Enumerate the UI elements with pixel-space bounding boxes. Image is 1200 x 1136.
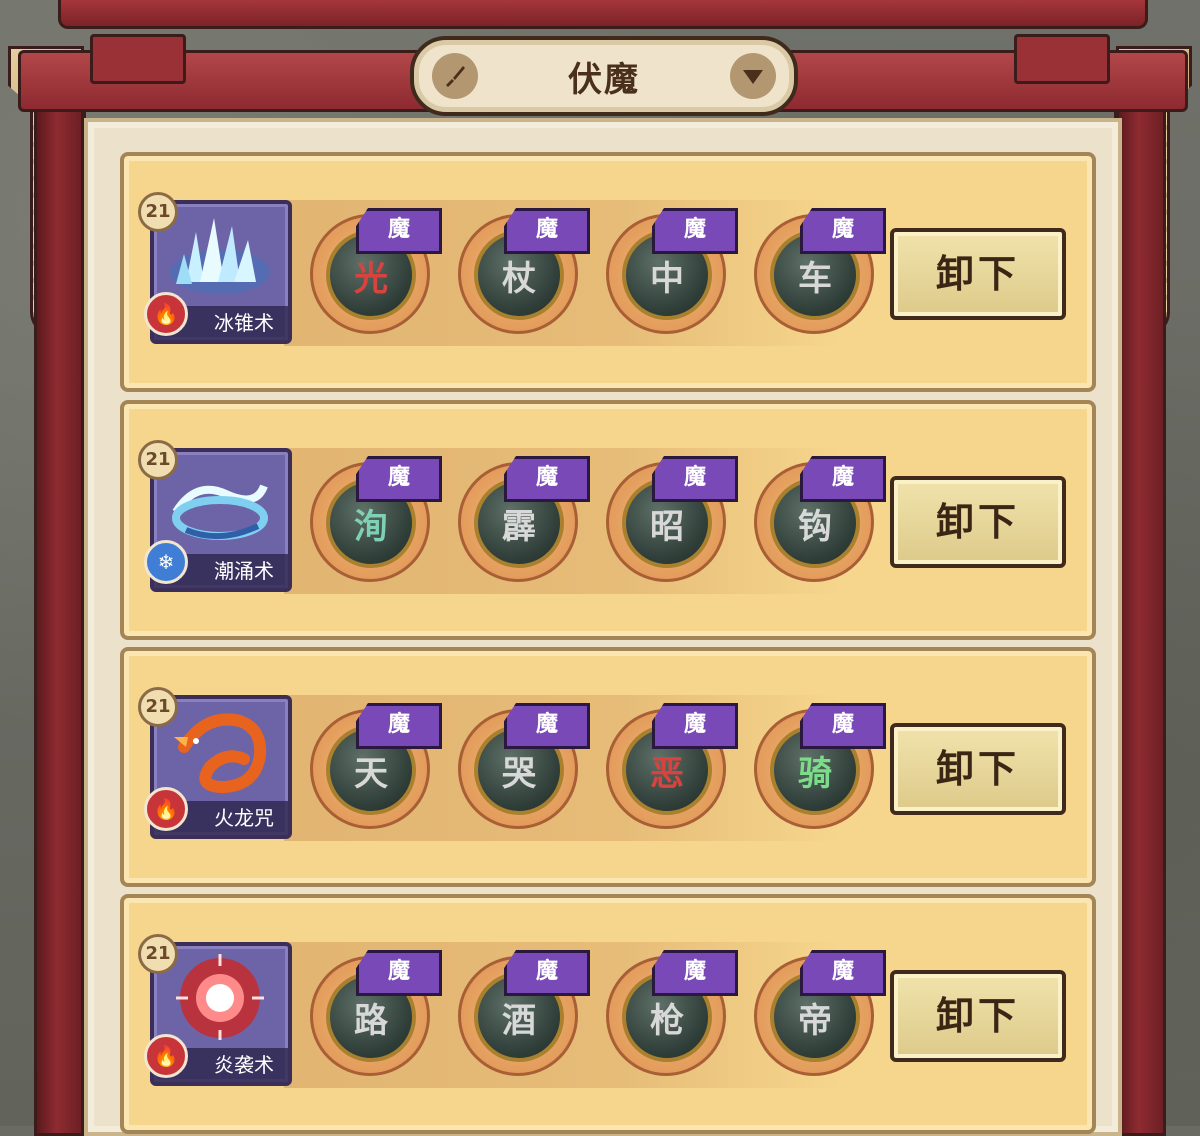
- rune-type-tag: 魔: [800, 950, 886, 996]
- skill-art-icon: [166, 707, 274, 794]
- rune-type-tag: 魔: [356, 703, 442, 749]
- roof-bar: [58, 0, 1148, 29]
- header-selector[interactable]: 伏魔: [410, 36, 798, 116]
- unload-button[interactable]: 卸下: [890, 970, 1066, 1062]
- skill-art-icon: [166, 460, 274, 546]
- rune-type-tag: 魔: [652, 950, 738, 996]
- rune-type-tag: 魔: [356, 208, 442, 254]
- skill-level-badge: 21: [138, 440, 178, 480]
- fire-element-icon: 🔥: [144, 292, 188, 336]
- unload-button[interactable]: 卸下: [890, 476, 1066, 568]
- skill-art-icon: [166, 212, 274, 298]
- left-bracket: [90, 34, 186, 84]
- ice-element-icon: ❄: [144, 540, 188, 584]
- rune-type-tag: 魔: [800, 208, 886, 254]
- rune-type-tag: 魔: [800, 703, 886, 749]
- unload-button[interactable]: 卸下: [890, 723, 1066, 815]
- rune-type-tag: 魔: [504, 950, 590, 996]
- skill-row: 火龙咒 21 🔥 天魔哭魔恶魔骑魔卸下: [120, 647, 1096, 887]
- rune-type-tag: 魔: [504, 208, 590, 254]
- fire-element-icon: 🔥: [144, 1034, 188, 1078]
- right-pillar: [1116, 100, 1166, 1136]
- rune-type-tag: 魔: [800, 456, 886, 502]
- rune-type-tag: 魔: [652, 208, 738, 254]
- rune-type-tag: 魔: [356, 950, 442, 996]
- rune-type-tag: 魔: [504, 703, 590, 749]
- skill-row: 炎袭术 21 🔥 路魔酒魔枪魔帝魔卸下: [120, 894, 1096, 1134]
- rune-type-tag: 魔: [356, 456, 442, 502]
- right-bracket: [1014, 34, 1110, 84]
- left-pillar: [34, 100, 84, 1136]
- rune-type-tag: 魔: [652, 703, 738, 749]
- skill-art-icon: [166, 954, 274, 1042]
- fire-element-icon: 🔥: [144, 787, 188, 831]
- brush-icon[interactable]: [432, 53, 478, 99]
- chevron-down-icon[interactable]: [730, 53, 776, 99]
- unload-button[interactable]: 卸下: [890, 228, 1066, 320]
- skill-level-badge: 21: [138, 192, 178, 232]
- skill-row: 冰锥术 21 🔥 光魔杖魔中魔车魔卸下: [120, 152, 1096, 392]
- header-title: 伏魔: [568, 59, 640, 100]
- rune-type-tag: 魔: [504, 456, 590, 502]
- rune-type-tag: 魔: [652, 456, 738, 502]
- skill-level-badge: 21: [138, 934, 178, 974]
- skill-row: 潮涌术 21 ❄ 洵魔霹魔昭魔钩魔卸下: [120, 400, 1096, 640]
- skill-level-badge: 21: [138, 687, 178, 727]
